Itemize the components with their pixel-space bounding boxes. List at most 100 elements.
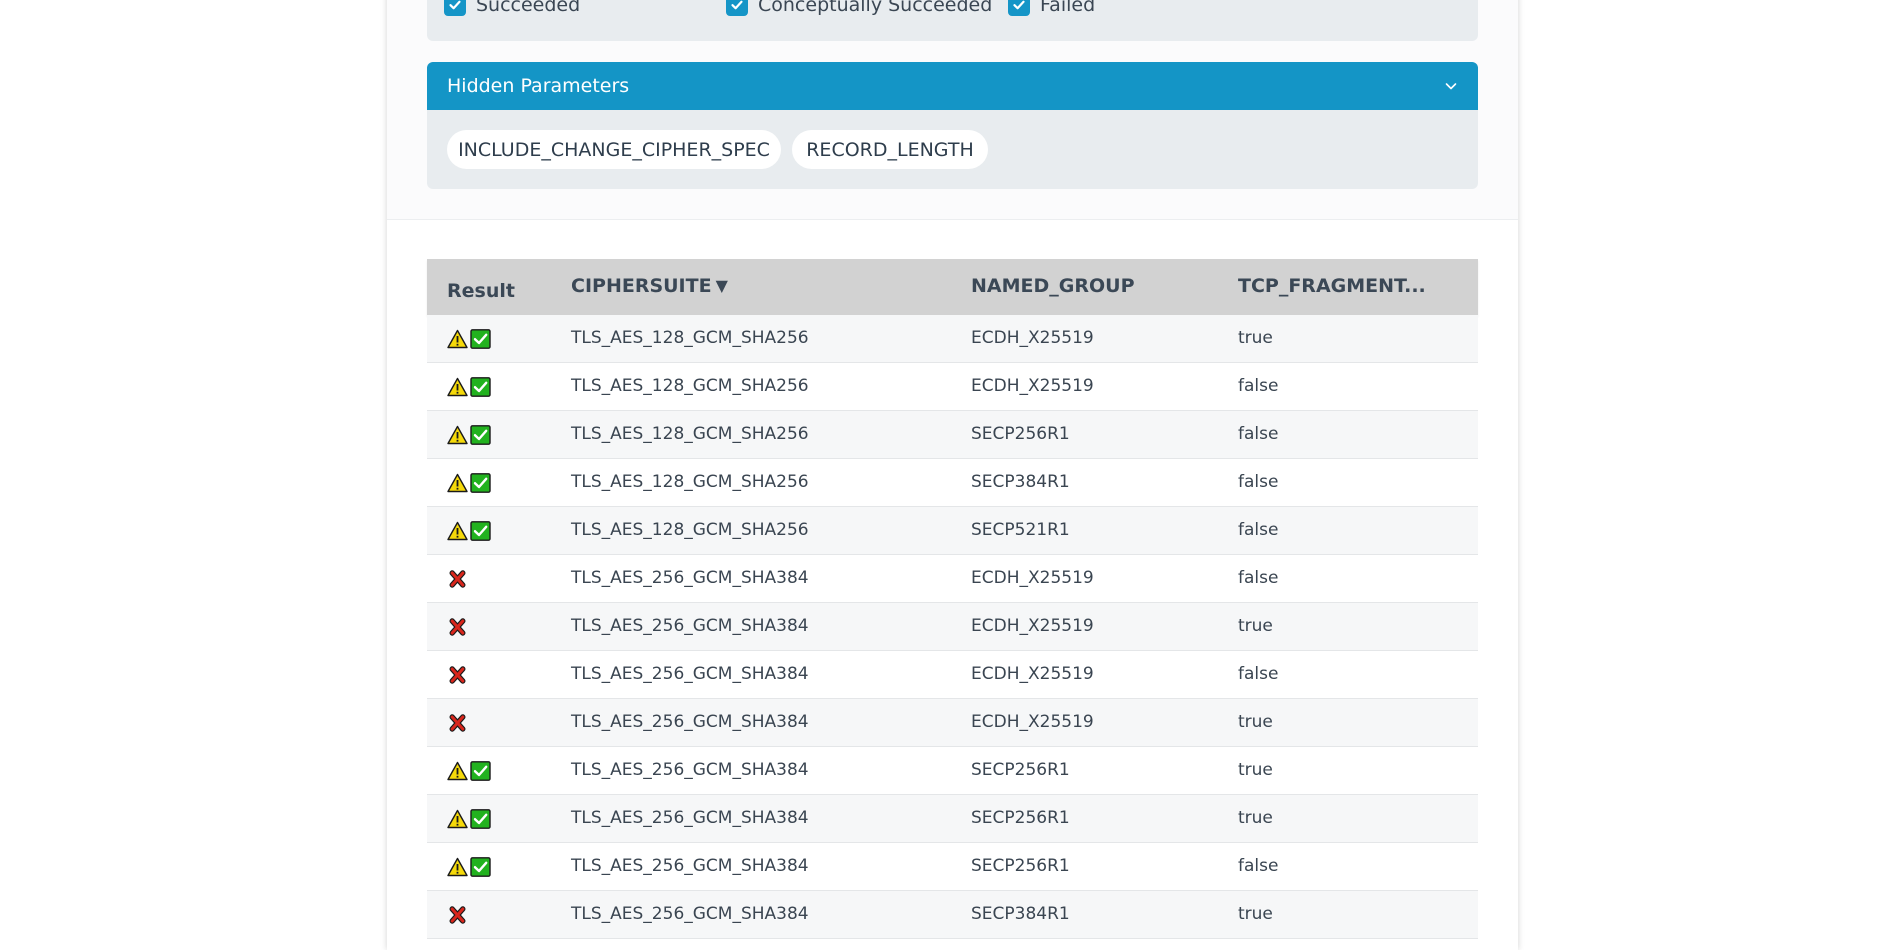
check-mark-icon: [470, 761, 491, 781]
warning-icon: [447, 377, 468, 397]
table-row[interactable]: TLS_AES_256_GCM_SHA384 ECDH_X25519 false: [427, 651, 1478, 699]
table-row[interactable]: TLS_AES_128_GCM_SHA256 SECP521R1 false: [427, 507, 1478, 555]
result-status: [447, 761, 491, 781]
hidden-parameters-title: Hidden Parameters: [447, 75, 630, 97]
cell-named-group: ECDH_X25519: [971, 616, 1094, 636]
warning-icon: [447, 521, 468, 541]
cell-tcp-fragment: false: [1238, 424, 1279, 444]
results-card: Succeeded Conceptually Succeeded Failed …: [387, 0, 1518, 950]
cell-named-group: ECDH_X25519: [971, 328, 1094, 348]
sort-descending-icon: ▼: [715, 276, 728, 295]
cell-named-group: SECP256R1: [971, 424, 1070, 444]
table-body: TLS_AES_128_GCM_SHA256 ECDH_X25519 true TLS…: [427, 315, 1478, 939]
cell-tcp-fragment: true: [1238, 904, 1273, 924]
filter-section: Succeeded Conceptually Succeeded Failed …: [387, 0, 1518, 220]
table-row[interactable]: TLS_AES_256_GCM_SHA384 SECP256R1 false: [427, 843, 1478, 891]
hidden-parameters-header[interactable]: Hidden Parameters: [427, 62, 1478, 110]
filter-label: Conceptually Succeeded: [758, 0, 993, 16]
cell-tcp-fragment: true: [1238, 760, 1273, 780]
hidden-parameter-chip[interactable]: RECORD_LENGTH: [792, 130, 988, 169]
cell-tcp-fragment: false: [1238, 376, 1279, 396]
result-status: [447, 617, 468, 637]
cell-tcp-fragment: true: [1238, 808, 1273, 828]
table-row[interactable]: TLS_AES_256_GCM_SHA384 ECDH_X25519 true: [427, 699, 1478, 747]
cell-ciphersuite: TLS_AES_128_GCM_SHA256: [571, 424, 809, 444]
checkbox-checked-icon[interactable]: [444, 0, 466, 16]
cell-ciphersuite: TLS_AES_256_GCM_SHA384: [571, 760, 809, 780]
warning-icon: [447, 329, 468, 349]
cell-tcp-fragment: true: [1238, 712, 1273, 732]
table-row[interactable]: TLS_AES_128_GCM_SHA256 SECP256R1 false: [427, 411, 1478, 459]
warning-icon: [447, 857, 468, 877]
cross-mark-icon: [447, 905, 468, 925]
cell-ciphersuite: TLS_AES_128_GCM_SHA256: [571, 472, 809, 492]
table-row[interactable]: TLS_AES_256_GCM_SHA384 SECP384R1 true: [427, 891, 1478, 939]
check-mark-icon: [470, 809, 491, 829]
cell-named-group: SECP384R1: [971, 472, 1070, 492]
results-table: Result CIPHERSUITE ▼ NAMED_GROUP TCP_FRAG…: [427, 259, 1478, 939]
filter-failed[interactable]: Failed: [1008, 0, 1095, 16]
cross-mark-icon: [447, 617, 468, 637]
check-mark-icon: [470, 329, 491, 349]
cell-tcp-fragment: false: [1238, 856, 1279, 876]
column-header-result[interactable]: Result: [447, 280, 515, 302]
cell-named-group: ECDH_X25519: [971, 712, 1094, 732]
cell-named-group: SECP256R1: [971, 760, 1070, 780]
cell-ciphersuite: TLS_AES_256_GCM_SHA384: [571, 808, 809, 828]
table-row[interactable]: TLS_AES_256_GCM_SHA384 SECP256R1 true: [427, 795, 1478, 843]
checkbox-checked-icon[interactable]: [726, 0, 748, 16]
cell-tcp-fragment: false: [1238, 520, 1279, 540]
hidden-parameters-body: INCLUDE_CHANGE_CIPHER_SPEC RECORD_LENGTH: [427, 110, 1478, 189]
warning-icon: [447, 425, 468, 445]
cross-mark-icon: [447, 713, 468, 733]
result-status: [447, 569, 468, 589]
cell-ciphersuite: TLS_AES_256_GCM_SHA384: [571, 904, 809, 924]
cell-ciphersuite: TLS_AES_128_GCM_SHA256: [571, 376, 809, 396]
column-header-label: CIPHERSUITE: [571, 275, 712, 297]
table-row[interactable]: TLS_AES_128_GCM_SHA256 ECDH_X25519 false: [427, 363, 1478, 411]
table-row[interactable]: TLS_AES_256_GCM_SHA384 ECDH_X25519 true: [427, 603, 1478, 651]
table-row[interactable]: TLS_AES_256_GCM_SHA384 SECP256R1 true: [427, 747, 1478, 795]
result-status: [447, 713, 468, 733]
result-status: [447, 329, 491, 349]
result-status: [447, 905, 468, 925]
result-status: [447, 473, 491, 493]
check-mark-icon: [470, 377, 491, 397]
table-header: Result CIPHERSUITE ▼ NAMED_GROUP TCP_FRAG…: [427, 259, 1478, 315]
cell-named-group: SECP256R1: [971, 856, 1070, 876]
checkbox-checked-icon[interactable]: [1008, 0, 1030, 16]
cell-tcp-fragment: false: [1238, 472, 1279, 492]
hidden-parameter-chip[interactable]: INCLUDE_CHANGE_CIPHER_SPEC: [447, 130, 781, 169]
result-status: [447, 809, 491, 829]
check-mark-icon: [470, 425, 491, 445]
warning-icon: [447, 809, 468, 829]
cell-named-group: ECDH_X25519: [971, 376, 1094, 396]
table-row[interactable]: TLS_AES_128_GCM_SHA256 ECDH_X25519 true: [427, 315, 1478, 363]
cell-ciphersuite: TLS_AES_128_GCM_SHA256: [571, 520, 809, 540]
warning-icon: [447, 761, 468, 781]
cell-tcp-fragment: true: [1238, 328, 1273, 348]
cross-mark-icon: [447, 569, 468, 589]
cell-named-group: ECDH_X25519: [971, 664, 1094, 684]
column-header-tcp-fragment[interactable]: TCP_FRAGMENT...: [1238, 275, 1426, 297]
result-status: [447, 521, 491, 541]
cell-tcp-fragment: false: [1238, 568, 1279, 588]
chevron-down-icon[interactable]: [1444, 79, 1458, 93]
result-filter-panel: Succeeded Conceptually Succeeded Failed: [427, 0, 1478, 41]
table-row[interactable]: TLS_AES_128_GCM_SHA256 SECP384R1 false: [427, 459, 1478, 507]
filter-conceptually-succeeded[interactable]: Conceptually Succeeded: [726, 0, 992, 16]
warning-icon: [447, 473, 468, 493]
cell-tcp-fragment: true: [1238, 616, 1273, 636]
filter-label: Succeeded: [476, 0, 581, 16]
column-header-ciphersuite[interactable]: CIPHERSUITE ▼: [571, 275, 728, 297]
result-status: [447, 425, 491, 445]
check-mark-icon: [470, 857, 491, 877]
filter-succeeded[interactable]: Succeeded: [444, 0, 580, 16]
cell-named-group: SECP384R1: [971, 904, 1070, 924]
cell-named-group: ECDH_X25519: [971, 568, 1094, 588]
table-row[interactable]: TLS_AES_256_GCM_SHA384 ECDH_X25519 false: [427, 555, 1478, 603]
column-header-named-group[interactable]: NAMED_GROUP: [971, 275, 1135, 297]
check-mark-icon: [470, 521, 491, 541]
cross-mark-icon: [447, 665, 468, 685]
cell-tcp-fragment: false: [1238, 664, 1279, 684]
